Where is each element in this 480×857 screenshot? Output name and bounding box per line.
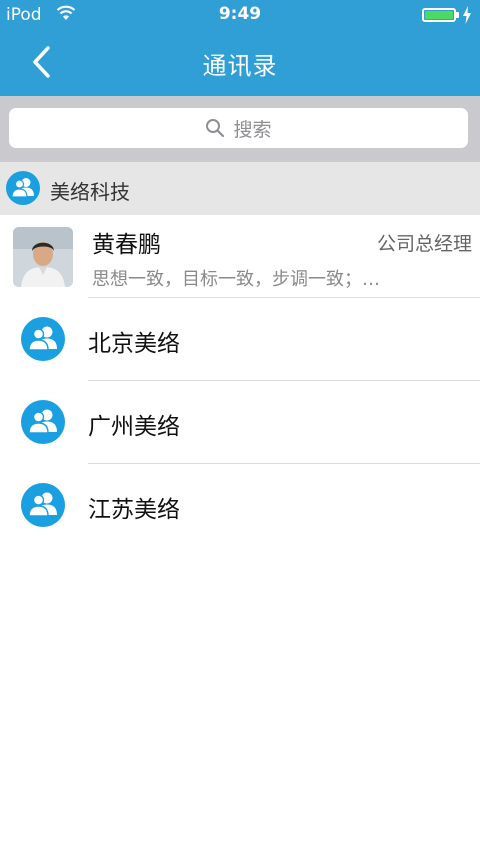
contact-name: 黄春鹏 bbox=[92, 232, 161, 258]
contacts-group-icon bbox=[6, 171, 40, 205]
battery-fill bbox=[425, 11, 453, 19]
department-icon bbox=[21, 317, 65, 361]
charging-bolt-icon bbox=[463, 6, 471, 24]
department-icon bbox=[21, 400, 65, 444]
status-bar: iPod 9:49 bbox=[0, 0, 480, 30]
department-label: 广州美络 bbox=[88, 414, 180, 440]
page-title: 通讯录 bbox=[202, 52, 278, 80]
battery-icon bbox=[422, 8, 456, 22]
search-bar: 搜索 bbox=[0, 96, 480, 162]
contact-row[interactable]: 黄春鹏 公司总经理 思想一致，目标一致，步调一致；… bbox=[0, 215, 480, 297]
department-icon bbox=[21, 483, 65, 527]
department-label: 江苏美络 bbox=[88, 497, 180, 523]
department-row-guangzhou[interactable]: 广州美络 bbox=[0, 381, 480, 464]
contact-role: 公司总经理 bbox=[376, 233, 472, 255]
navigation-bar: 通讯录 bbox=[0, 30, 480, 96]
contact-motto: 思想一致，目标一致，步调一致；… bbox=[92, 269, 380, 290]
department-label: 北京美络 bbox=[88, 331, 180, 357]
search-placeholder: 搜索 bbox=[233, 118, 272, 141]
avatar bbox=[13, 227, 73, 287]
group-title: 美络科技 bbox=[50, 180, 130, 204]
department-row-jiangsu[interactable]: 江苏美络 bbox=[0, 464, 480, 547]
top-bar: iPod 9:49 通讯录 bbox=[0, 0, 480, 96]
search-input[interactable]: 搜索 bbox=[9, 108, 468, 148]
search-icon bbox=[206, 119, 225, 138]
battery-tip bbox=[456, 12, 459, 18]
department-row-beijing[interactable]: 北京美络 bbox=[0, 298, 480, 381]
clock: 9:49 bbox=[218, 4, 262, 24]
group-header[interactable]: 美络科技 bbox=[0, 162, 480, 215]
avatar-photo bbox=[13, 227, 73, 287]
